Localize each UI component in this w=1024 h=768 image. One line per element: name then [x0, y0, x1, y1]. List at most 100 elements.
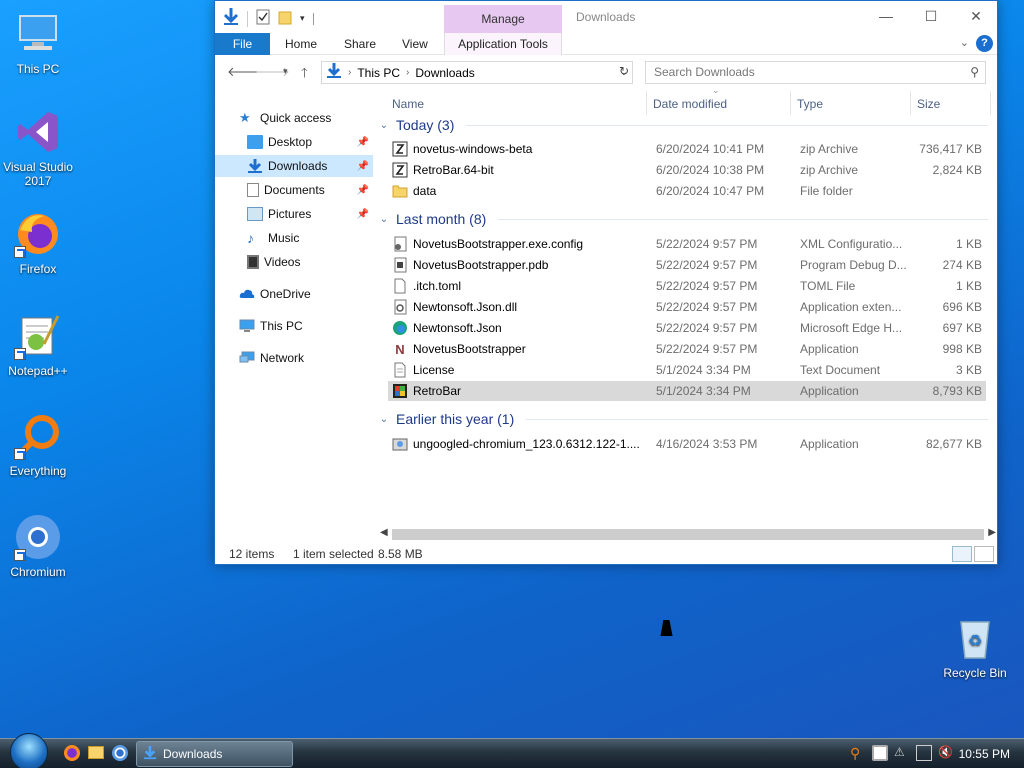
network-status-icon[interactable]: ⚠ [894, 745, 910, 761]
nav-network[interactable]: Network [215, 347, 373, 369]
group-header[interactable]: ⌄ Last month (8) [378, 208, 988, 230]
monitor-icon[interactable] [916, 745, 932, 761]
column-header-type[interactable]: Type [797, 97, 823, 111]
scrollbar-thumb[interactable] [392, 529, 984, 540]
breadcrumb-this-pc[interactable]: This PC [357, 66, 400, 80]
recent-locations-icon[interactable]: ▾ [283, 66, 288, 77]
details-view-icon[interactable] [952, 546, 972, 562]
desktop-icon-label: Recycle Bin [943, 666, 1007, 680]
column-header-size[interactable]: Size [917, 97, 940, 111]
column-header-date[interactable]: Date modified [653, 97, 727, 111]
file-name-cell: ungoogled-chromium_123.0.6312.122-1.... [392, 436, 640, 452]
scroll-right-icon[interactable]: ▶ [988, 527, 996, 538]
tab-file[interactable]: File [215, 33, 270, 55]
breadcrumb-downloads[interactable]: Downloads [415, 66, 474, 80]
group-header[interactable]: ⌄ Today (3) [378, 114, 988, 136]
customize-dropdown-icon[interactable]: ▾ [300, 13, 305, 24]
file-list: Name ⌄ Date modified Type Size ⌄ Today (3… [378, 85, 997, 527]
refresh-icon[interactable]: ↻ [619, 64, 629, 78]
firefox-icon[interactable] [64, 745, 80, 761]
file-row[interactable]: Newtonsoft.Json 5/22/2024 9:57 PM Microsof… [388, 318, 986, 338]
scroll-left-icon[interactable]: ◀ [380, 527, 388, 538]
start-button[interactable] [10, 733, 48, 768]
nav-music[interactable]: ♪ Music [215, 227, 373, 249]
file-explorer-icon[interactable] [88, 746, 104, 759]
desktop-icon-this-pc[interactable]: This PC [0, 10, 76, 76]
config-file-icon [392, 236, 408, 252]
quick-access-toolbar: ▾ [223, 8, 314, 29]
tab-application-tools[interactable]: Application Tools [444, 33, 562, 55]
file-row[interactable]: RetroBar 5/1/2024 3:34 PM Application 8,793… [388, 381, 986, 401]
file-size: 3 KB [955, 363, 982, 377]
nav-videos[interactable]: Videos [215, 251, 373, 273]
file-size: 2,824 KB [932, 163, 982, 177]
file-row[interactable]: NovetusBootstrapper.exe.config 5/22/2024 … [388, 234, 986, 254]
nav-onedrive[interactable]: OneDrive [215, 283, 373, 305]
file-row[interactable]: data 6/20/2024 10:47 PM File folder [388, 181, 986, 201]
new-folder-icon[interactable] [278, 9, 292, 28]
svg-text:N: N [395, 342, 404, 357]
file-name-cell: .itch.toml [392, 278, 640, 294]
chevron-down-icon[interactable]: ⌄ [378, 414, 390, 425]
desktop-icon-everything[interactable]: Everything [0, 412, 76, 478]
address-bar[interactable]: › This PC › Downloads ⌄ [321, 61, 633, 84]
edge-icon [392, 320, 408, 336]
window-title: Downloads [576, 10, 636, 24]
file-row[interactable]: Newtonsoft.Json.dll 5/22/2024 9:57 PM Appl… [388, 297, 986, 317]
minimize-button[interactable]: — [863, 1, 909, 31]
desktop-icon-chromium[interactable]: Chromium [0, 513, 76, 579]
search-input[interactable]: Search Downloads ⚲ [645, 61, 986, 84]
file-date: 5/22/2024 9:57 PM [656, 321, 758, 335]
taskbar: Downloads ⚲ ⚠ 🔇 10:55 PM [0, 733, 1024, 768]
file-row[interactable]: ungoogled-chromium_123.0.6312.122-1.... 4… [388, 434, 986, 454]
everything-search-icon[interactable]: ⚲ [850, 745, 866, 761]
search-icon: ⚲ [970, 65, 979, 79]
file-size: 8,793 KB [932, 384, 982, 398]
tab-share[interactable]: Share [330, 33, 390, 55]
chevron-down-icon[interactable]: ⌄ [378, 214, 390, 225]
chromium-icon[interactable] [112, 745, 128, 761]
volume-muted-icon[interactable]: 🔇 [938, 745, 954, 761]
tab-view[interactable]: View [388, 33, 442, 55]
group-header[interactable]: ⌄ Earlier this year (1) [378, 408, 988, 430]
file-row[interactable]: NovetusBootstrapper.pdb 5/22/2024 9:57 PM… [388, 255, 986, 275]
nav-pictures[interactable]: Pictures 📌 [215, 203, 373, 225]
chevron-down-icon[interactable]: ⌄ [960, 36, 969, 49]
desktop-icon-notepadpp[interactable]: Notepad++ [0, 312, 76, 378]
file-date: 5/22/2024 9:57 PM [656, 342, 758, 356]
chevron-down-icon[interactable]: ⌄ [378, 120, 390, 131]
close-button[interactable]: ✕ [953, 1, 999, 31]
manage-context-tab[interactable]: Manage [444, 5, 562, 33]
group-divider [498, 218, 988, 220]
properties-icon[interactable] [256, 9, 270, 28]
file-type: zip Archive [800, 163, 859, 177]
nav-quick-access[interactable]: ★ Quick access [215, 107, 373, 129]
column-header-name[interactable]: Name [392, 97, 424, 111]
zip-icon [392, 162, 408, 178]
taskbar-window-downloads[interactable]: Downloads [136, 741, 293, 767]
nav-documents[interactable]: Documents 📌 [215, 179, 373, 201]
file-size: 82,677 KB [925, 437, 982, 451]
nav-this-pc[interactable]: This PC [215, 315, 373, 337]
desktop-icon-firefox[interactable]: Firefox [0, 210, 76, 276]
up-arrow-icon[interactable]: 🡑 [301, 64, 308, 86]
nav-label: OneDrive [260, 287, 311, 301]
file-row[interactable]: License 5/1/2024 3:34 PM Text Document 3 KB [388, 360, 986, 380]
nav-downloads[interactable]: Downloads 📌 [215, 155, 373, 177]
maximize-button[interactable]: ☐ [908, 1, 954, 31]
desktop-icon-visual-studio[interactable]: Visual Studio 2017 [0, 108, 76, 188]
large-icons-view-icon[interactable] [974, 546, 994, 562]
file-row[interactable]: novetus-windows-beta 6/20/2024 10:41 PM zi… [388, 139, 986, 159]
file-row[interactable]: RetroBar.64-bit 6/20/2024 10:38 PM zip Arc… [388, 160, 986, 180]
desktop-icon-recycle-bin[interactable]: ♻ Recycle Bin [937, 614, 1013, 680]
file-size: 697 KB [942, 321, 982, 335]
help-icon[interactable]: ? [976, 35, 993, 52]
tab-home[interactable]: Home [271, 33, 331, 55]
file-row[interactable]: .itch.toml 5/22/2024 9:57 PM TOML File 1 KB [388, 276, 986, 296]
taskbar-clock[interactable]: 10:55 PM [959, 747, 1010, 761]
nav-desktop[interactable]: Desktop 📌 [215, 131, 373, 153]
search-placeholder: Search Downloads [654, 65, 755, 79]
file-row[interactable]: N NovetusBootstrapper 5/22/2024 9:57 PM App… [388, 339, 986, 359]
security-shield-icon[interactable] [872, 745, 888, 761]
horizontal-scrollbar[interactable]: ◀ ▶ [378, 526, 998, 543]
